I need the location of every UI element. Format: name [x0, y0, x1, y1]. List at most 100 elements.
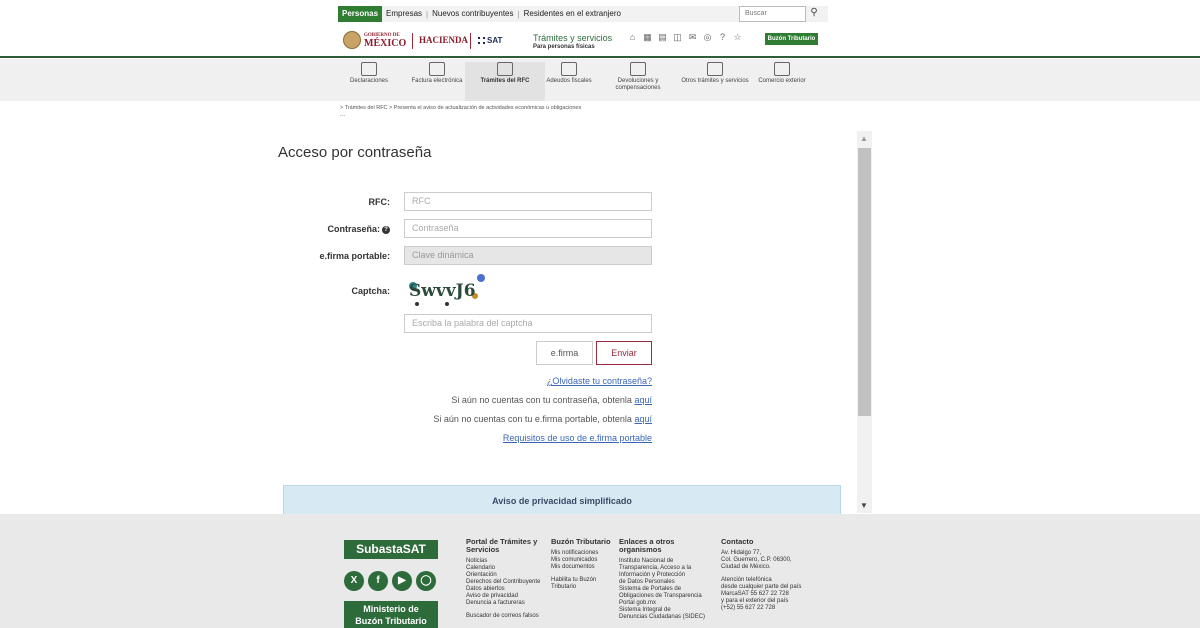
compass-icon[interactable]: ◎	[702, 32, 713, 43]
nav-label: Comercio exterior	[758, 78, 806, 84]
mail-icon[interactable]: ✉	[687, 32, 698, 43]
footer-col-title: Enlaces a otros organismos	[619, 537, 675, 554]
home-icon[interactable]: ⌂	[627, 32, 638, 43]
logo-divider	[412, 33, 413, 49]
footer-link[interactable]: de Datos Personales	[619, 579, 719, 586]
sat-label: SAT	[487, 36, 503, 45]
rfc-icon	[497, 62, 513, 76]
breadcrumb-more: ...	[340, 112, 346, 118]
captcha-image: SwvvJ6	[409, 274, 485, 306]
site-footer: SubastaSAT X f ▶ ◯ Ministerio de Buzón T…	[0, 514, 1200, 628]
nav-label: Factura electrónica	[411, 78, 463, 84]
nav-label: Declaraciones	[349, 78, 389, 84]
footer-col-contacto: Contacto Av. Hidalgo 77, Col. Guerrero, …	[721, 538, 817, 612]
hacienda-logo[interactable]: HACIENDA	[419, 35, 468, 45]
footer-link[interactable]: Tributario	[551, 584, 615, 591]
adeudos-icon	[561, 62, 577, 76]
nav-devoluciones[interactable]: Devoluciones y compensaciones	[598, 62, 678, 92]
address-line: Col. Guerrero, C.P. 06300,	[721, 557, 792, 563]
scroll-thumb[interactable]	[858, 148, 871, 416]
captcha-input[interactable]: Escriba la palabra del captcha	[404, 314, 652, 333]
subasta-sat-button[interactable]: SubastaSAT	[344, 540, 438, 559]
tab-nuevos-contribuyentes[interactable]: Nuevos contribuyentes	[428, 6, 517, 22]
tab-residentes-extranjero[interactable]: Residentes en el extranjero	[520, 6, 625, 22]
logo-divider	[470, 33, 471, 49]
gobierno-mexico-logo[interactable]: GOBIERNO DE MÉXICO	[343, 31, 406, 49]
top-bar: Personas Empresas | Nuevos contribuyente…	[0, 0, 1200, 24]
scroll-down-icon[interactable]: ▼	[860, 501, 868, 510]
password-input[interactable]: Contraseña	[404, 219, 652, 238]
rfc-label: RFC:	[368, 197, 391, 207]
rfc-input[interactable]: RFC	[404, 192, 652, 211]
facebook-icon[interactable]: f	[368, 571, 388, 591]
forgot-password-link[interactable]: ¿Olvidaste tu contraseña?	[547, 376, 652, 386]
footer-link[interactable]: Denuncia a factureras	[466, 600, 546, 607]
footer-col-title: Contacto	[721, 537, 754, 546]
ministerio-line2: Buzón Tributario	[355, 616, 427, 626]
footer-col-tramites: Portal de Trámites y Servicios Noticias …	[466, 538, 546, 620]
main-nav: Declaraciones Factura electrónica Trámit…	[0, 59, 1200, 101]
requisitos-line: Requisitos de uso de e.firma portable	[503, 433, 652, 443]
tab-personas[interactable]: Personas	[338, 6, 383, 22]
youtube-icon[interactable]: ▶	[392, 571, 412, 591]
footer-link[interactable]: Mis comunicados	[551, 557, 615, 564]
search-input[interactable]: Buscar	[739, 6, 806, 22]
nav-comercio-exterior[interactable]: Comercio exterior	[742, 62, 822, 85]
footer-link[interactable]: Obligaciones de Transparencia	[619, 593, 719, 600]
footer-link[interactable]: Calendario	[466, 565, 546, 572]
no-password-text: Si aún no cuentas con tu contraseña, obt…	[451, 395, 632, 405]
footer-link[interactable]: Noticias	[466, 558, 546, 565]
otros-icon	[707, 62, 723, 76]
footer-link[interactable]: Instituto Nacional de	[619, 558, 719, 565]
sat-logo[interactable]: SAT	[478, 36, 502, 45]
phone-line: MarcaSAT 55 627 22 728	[721, 591, 789, 597]
footer-col-buzon: Buzón Tributario Mis notificaciones Mis …	[551, 538, 615, 591]
footer-link[interactable]: Datos abiertos	[466, 586, 546, 593]
question-icon[interactable]: ?	[382, 226, 390, 234]
footer-link[interactable]: Buscador de correos falsos	[466, 613, 546, 620]
book-icon[interactable]: ◫	[672, 32, 683, 43]
footer-link[interactable]: Mis notificaciones	[551, 550, 615, 557]
tab-empresas[interactable]: Empresas	[382, 6, 426, 22]
requisitos-link[interactable]: Requisitos de uso de e.firma portable	[503, 433, 652, 443]
site-header: GOBIERNO DE MÉXICO HACIENDA SAT Trámites…	[0, 24, 1200, 58]
no-efirma-line: Si aún no cuentas con tu e.firma portabl…	[433, 414, 652, 424]
obtain-password-link[interactable]: aquí	[634, 395, 652, 405]
footer-link[interactable]: Habilita tu Buzón	[551, 577, 615, 584]
ministerio-line1: Ministerio de	[363, 604, 419, 614]
footer-link[interactable]: Sistema Integral de	[619, 607, 719, 614]
footer-link[interactable]: Transparencia, Acceso a la	[619, 565, 719, 572]
scroll-up-icon[interactable]: ▲	[860, 134, 868, 143]
breadcrumb[interactable]: > Trámites del RFC > Presenta el aviso d…	[340, 105, 581, 111]
footer-link[interactable]: Sistema de Portales de	[619, 586, 719, 593]
efirma-button[interactable]: e.firma	[536, 341, 593, 365]
efirma-input: Clave dinámica	[404, 246, 652, 265]
password-label: Contraseña:?	[327, 224, 390, 234]
accessibility-icon[interactable]: ☆	[732, 32, 743, 43]
footer-link[interactable]: Denuncias Ciudadanas (SIDEC)	[619, 614, 719, 621]
footer-link[interactable]: Información y Protección	[619, 572, 719, 579]
social-links: X f ▶ ◯	[344, 571, 436, 591]
page-title: Acceso por contraseña	[278, 144, 432, 161]
footer-link[interactable]: Aviso de privacidad	[466, 593, 546, 600]
instagram-icon[interactable]: ◯	[416, 571, 436, 591]
help-icon[interactable]: ?	[717, 32, 728, 43]
buzon-tributario-button[interactable]: Buzón Tributario	[765, 33, 818, 45]
footer-link[interactable]: Mis documentos	[551, 564, 615, 571]
sat-mark-icon	[478, 37, 485, 44]
obtain-efirma-link[interactable]: aquí	[634, 414, 652, 424]
building-icon[interactable]: ▤	[657, 32, 668, 43]
search-icon[interactable]: ⚲	[808, 7, 820, 19]
footer-link[interactable]: Orientación	[466, 572, 546, 579]
footer-link[interactable]: Portal gob.mx	[619, 600, 719, 607]
nav-adeudos-fiscales[interactable]: Adeudos fiscales	[529, 62, 609, 85]
footer-link[interactable]: Derechos del Contribuyente	[466, 579, 546, 586]
calendar-icon[interactable]: ▦	[642, 32, 653, 43]
mexico-label: MÉXICO	[364, 38, 407, 49]
enviar-button[interactable]: Enviar	[596, 341, 652, 365]
phone-line: (+52) 55 627 22 728	[721, 605, 776, 611]
x-icon[interactable]: X	[344, 571, 364, 591]
scrollbar[interactable]: ▲ ▼	[857, 131, 872, 513]
ministerio-buzon-button[interactable]: Ministerio de Buzón Tributario	[344, 601, 438, 628]
declaraciones-icon	[361, 62, 377, 76]
